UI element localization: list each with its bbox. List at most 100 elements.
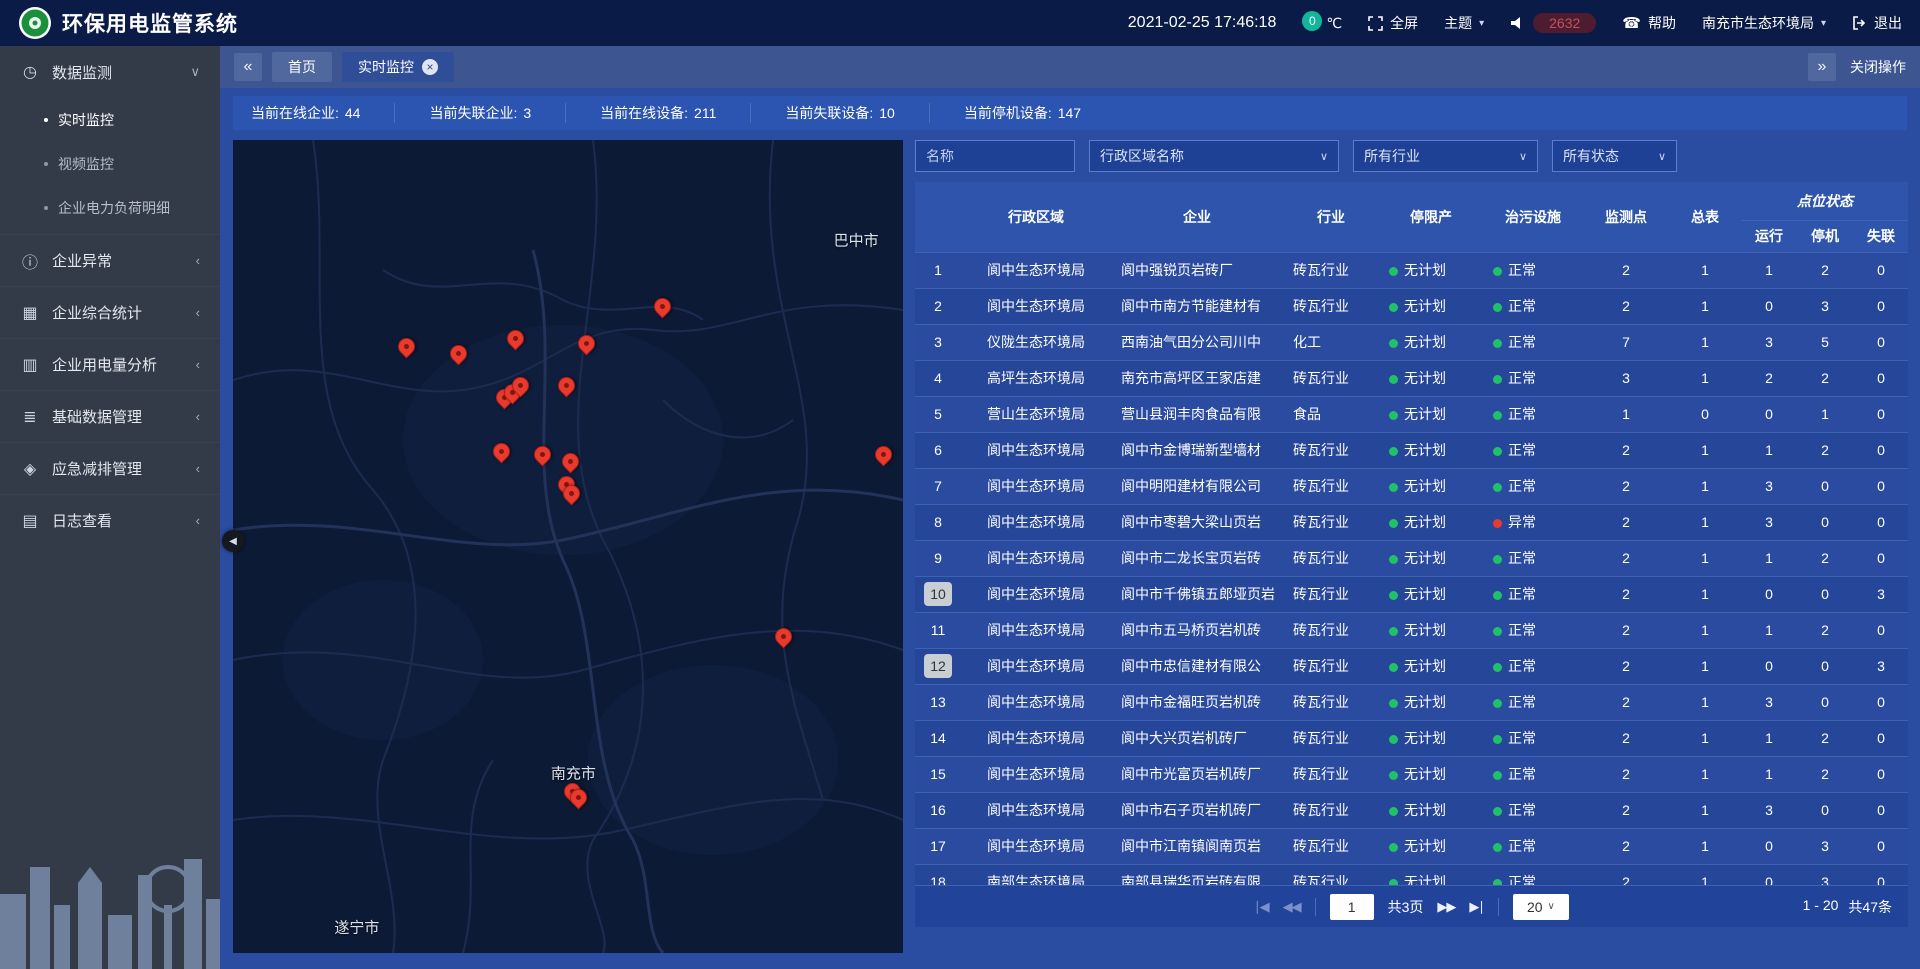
table-row[interactable]: 5营山生态环境局营山县润丰肉食品有限食品无计划正常10010 <box>915 396 1908 432</box>
cell-total-meters: 1 <box>1669 612 1741 648</box>
cell-total-meters: 1 <box>1669 252 1741 288</box>
status-dot <box>1389 843 1398 852</box>
map-pin[interactable] <box>512 377 530 395</box>
table-row[interactable]: 1阆中生态环境局阆中强锐页岩砖厂砖瓦行业无计划正常21120 <box>915 252 1908 288</box>
map-pin[interactable] <box>558 377 576 395</box>
map-pin[interactable] <box>562 453 580 471</box>
cell-company: 阆中市五马桥页岩机砖 <box>1111 612 1283 648</box>
cell-total-meters: 1 <box>1669 540 1741 576</box>
map-pin[interactable] <box>775 628 793 646</box>
cell-industry: 化工 <box>1283 324 1379 360</box>
close-tab-icon[interactable]: × <box>422 59 438 75</box>
map-pin[interactable] <box>493 443 511 461</box>
table-row[interactable]: 2阆中生态环境局阆中市南方节能建材有砖瓦行业无计划正常21030 <box>915 288 1908 324</box>
sidebar-item-enterprise-statistics[interactable]: ▦企业综合统计‹ <box>0 286 220 338</box>
table-row[interactable]: 9阆中生态环境局阆中市二龙长宝页岩砖砖瓦行业无计划正常21120 <box>915 540 1908 576</box>
cell-offline: 0 <box>1853 756 1908 792</box>
sidebar-item-enterprise-abnormal[interactable]: ⓘ企业异常‹ <box>0 234 220 286</box>
col-point-status-group: 点位状态 <box>1741 182 1908 220</box>
cell-offline: 0 <box>1853 324 1908 360</box>
map-pin[interactable] <box>563 485 581 503</box>
sidebar-subitem-video-monitor[interactable]: 视频监控 <box>0 142 220 186</box>
table-row[interactable]: 14阆中生态环境局阆中大兴页岩机砖厂砖瓦行业无计划正常21120 <box>915 720 1908 756</box>
tabs-scroll-left-button[interactable]: « <box>234 53 262 81</box>
region-select[interactable]: 行政区域名称 ∨ <box>1089 140 1339 172</box>
table-row[interactable]: 7阆中生态环境局阆中明阳建材有限公司砖瓦行业无计划正常21300 <box>915 468 1908 504</box>
map-pin-icon <box>559 449 583 473</box>
status-dot <box>1389 663 1398 672</box>
sidebar-subitem-label: 视频监控 <box>58 154 114 174</box>
first-page-button[interactable]: ∣◀ <box>1254 899 1269 915</box>
table-row[interactable]: 15阆中生态环境局阆中市光富页岩机砖厂砖瓦行业无计划正常21120 <box>915 756 1908 792</box>
last-page-button[interactable]: ▶∣ <box>1469 899 1484 915</box>
tab-home[interactable]: 首页 <box>272 52 332 82</box>
sidebar-item-label: 企业异常 <box>52 250 112 271</box>
app-page: 环保用电监管系统 2021-02-25 17:46:18 0 ℃ 全屏 主题 ▾ <box>0 0 1920 969</box>
status-dot <box>1493 375 1502 384</box>
map-pin[interactable] <box>570 789 588 807</box>
table-row[interactable]: 10阆中生态环境局阆中市千佛镇五郎垭页岩砖瓦行业无计划正常21003 <box>915 576 1908 612</box>
cell-index: 16 <box>915 792 961 828</box>
table-row[interactable]: 3仪陇生态环境局西南油气田分公司川中化工无计划正常71350 <box>915 324 1908 360</box>
page-number-input[interactable]: 1 <box>1330 894 1374 920</box>
cell-offline: 0 <box>1853 684 1908 720</box>
prev-page-button[interactable]: ◀◀ <box>1283 899 1301 915</box>
fullscreen-button[interactable]: 全屏 <box>1368 13 1418 33</box>
map-pin[interactable] <box>654 298 672 316</box>
sidebar-item-log-view[interactable]: ▤日志查看‹ <box>0 494 220 546</box>
sidebar-item-base-data-management[interactable]: ≣基础数据管理‹ <box>0 390 220 442</box>
alarm-indicator[interactable]: 2632 <box>1510 13 1596 33</box>
map-pin[interactable] <box>450 345 468 363</box>
cell-company: 阆中市二龙长宝页岩砖 <box>1111 540 1283 576</box>
logout-button[interactable]: 退出 <box>1852 13 1902 33</box>
sidebar-subitem-realtime-monitor[interactable]: 实时监控 <box>0 98 220 142</box>
org-menu[interactable]: 南充市生态环境局 ▾ <box>1702 13 1826 33</box>
cell-region: 阆中生态环境局 <box>961 648 1111 684</box>
next-page-button[interactable]: ▶▶ <box>1437 899 1455 915</box>
table-row[interactable]: 12阆中生态环境局阆中市忠信建材有限公砖瓦行业无计划正常21003 <box>915 648 1908 684</box>
help-button[interactable]: ☎ 帮助 <box>1622 13 1676 33</box>
sidebar-item-data-monitoring[interactable]: ◷数据监测∨ <box>0 46 220 98</box>
page-size-select[interactable]: 20 ∨ <box>1513 894 1569 920</box>
stat-value: 147 <box>1058 105 1081 121</box>
map-pin[interactable] <box>578 335 596 353</box>
table-row[interactable]: 13阆中生态环境局阆中市金福旺页岩机砖砖瓦行业无计划正常21300 <box>915 684 1908 720</box>
table-row[interactable]: 8阆中生态环境局阆中市枣碧大梁山页岩砖瓦行业无计划异常21300 <box>915 504 1908 540</box>
sidebar-item-label: 日志查看 <box>52 510 112 531</box>
table-row[interactable]: 11阆中生态环境局阆中市五马桥页岩机砖砖瓦行业无计划正常21120 <box>915 612 1908 648</box>
document-icon: ▤ <box>20 511 40 531</box>
chevron-right-icon: ‹ <box>196 357 200 372</box>
tabs-scroll-right-button[interactable]: » <box>1808 53 1836 81</box>
table-row[interactable]: 4高坪生态环境局南充市高坪区王家店建砖瓦行业无计划正常31220 <box>915 360 1908 396</box>
map-pin[interactable] <box>534 446 552 464</box>
cell-running: 3 <box>1741 792 1797 828</box>
sidebar-item-power-usage-analysis[interactable]: ▥企业用电量分析‹ <box>0 338 220 390</box>
industry-select[interactable]: 所有行业 ∨ <box>1353 140 1538 172</box>
tab-realtime-monitor[interactable]: 实时监控 × <box>342 52 454 82</box>
cell-index: 12 <box>915 648 961 684</box>
status-dot <box>1389 519 1398 528</box>
table-row[interactable]: 6阆中生态环境局阆中市金博瑞新型墙材砖瓦行业无计划正常21120 <box>915 432 1908 468</box>
map-collapse-button[interactable]: ◀ <box>222 530 244 552</box>
theme-menu[interactable]: 主题 ▾ <box>1444 13 1484 33</box>
cell-offline: 0 <box>1853 252 1908 288</box>
map-pin[interactable] <box>507 330 525 348</box>
sidebar-subitem-power-load-detail[interactable]: 企业电力负荷明细 <box>0 186 220 230</box>
cell-facility-status: 正常 <box>1483 576 1583 612</box>
map-canvas[interactable]: 巴中市南充市遂宁市 <box>233 140 903 953</box>
table-row[interactable]: 18南部生态环境局南部县瑞华页岩砖有限砖瓦行业无计划正常21030 <box>915 864 1908 885</box>
stat-label: 当前在线企业: <box>251 103 339 123</box>
cell-stopped: 5 <box>1797 324 1853 360</box>
cell-limit-status: 无计划 <box>1379 864 1483 885</box>
status-select[interactable]: 所有状态 ∨ <box>1552 140 1677 172</box>
sidebar-item-emergency-reduction[interactable]: ◈应急减排管理‹ <box>0 442 220 494</box>
cell-offline: 0 <box>1853 288 1908 324</box>
cell-facility-status: 异常 <box>1483 504 1583 540</box>
table-row[interactable]: 17阆中生态环境局阆中市江南镇阆南页岩砖瓦行业无计划正常21030 <box>915 828 1908 864</box>
map-pin[interactable] <box>875 446 893 464</box>
table-row[interactable]: 16阆中生态环境局阆中市石子页岩机砖厂砖瓦行业无计划正常21300 <box>915 792 1908 828</box>
name-search-input[interactable] <box>915 140 1075 172</box>
company-table-scroll[interactable]: 行政区域 企业 行业 停限产 治污设施 监测点 总表 点位状态 <box>915 182 1908 885</box>
close-operations-button[interactable]: 关闭操作 <box>1850 57 1906 77</box>
map-pin[interactable] <box>398 338 416 356</box>
